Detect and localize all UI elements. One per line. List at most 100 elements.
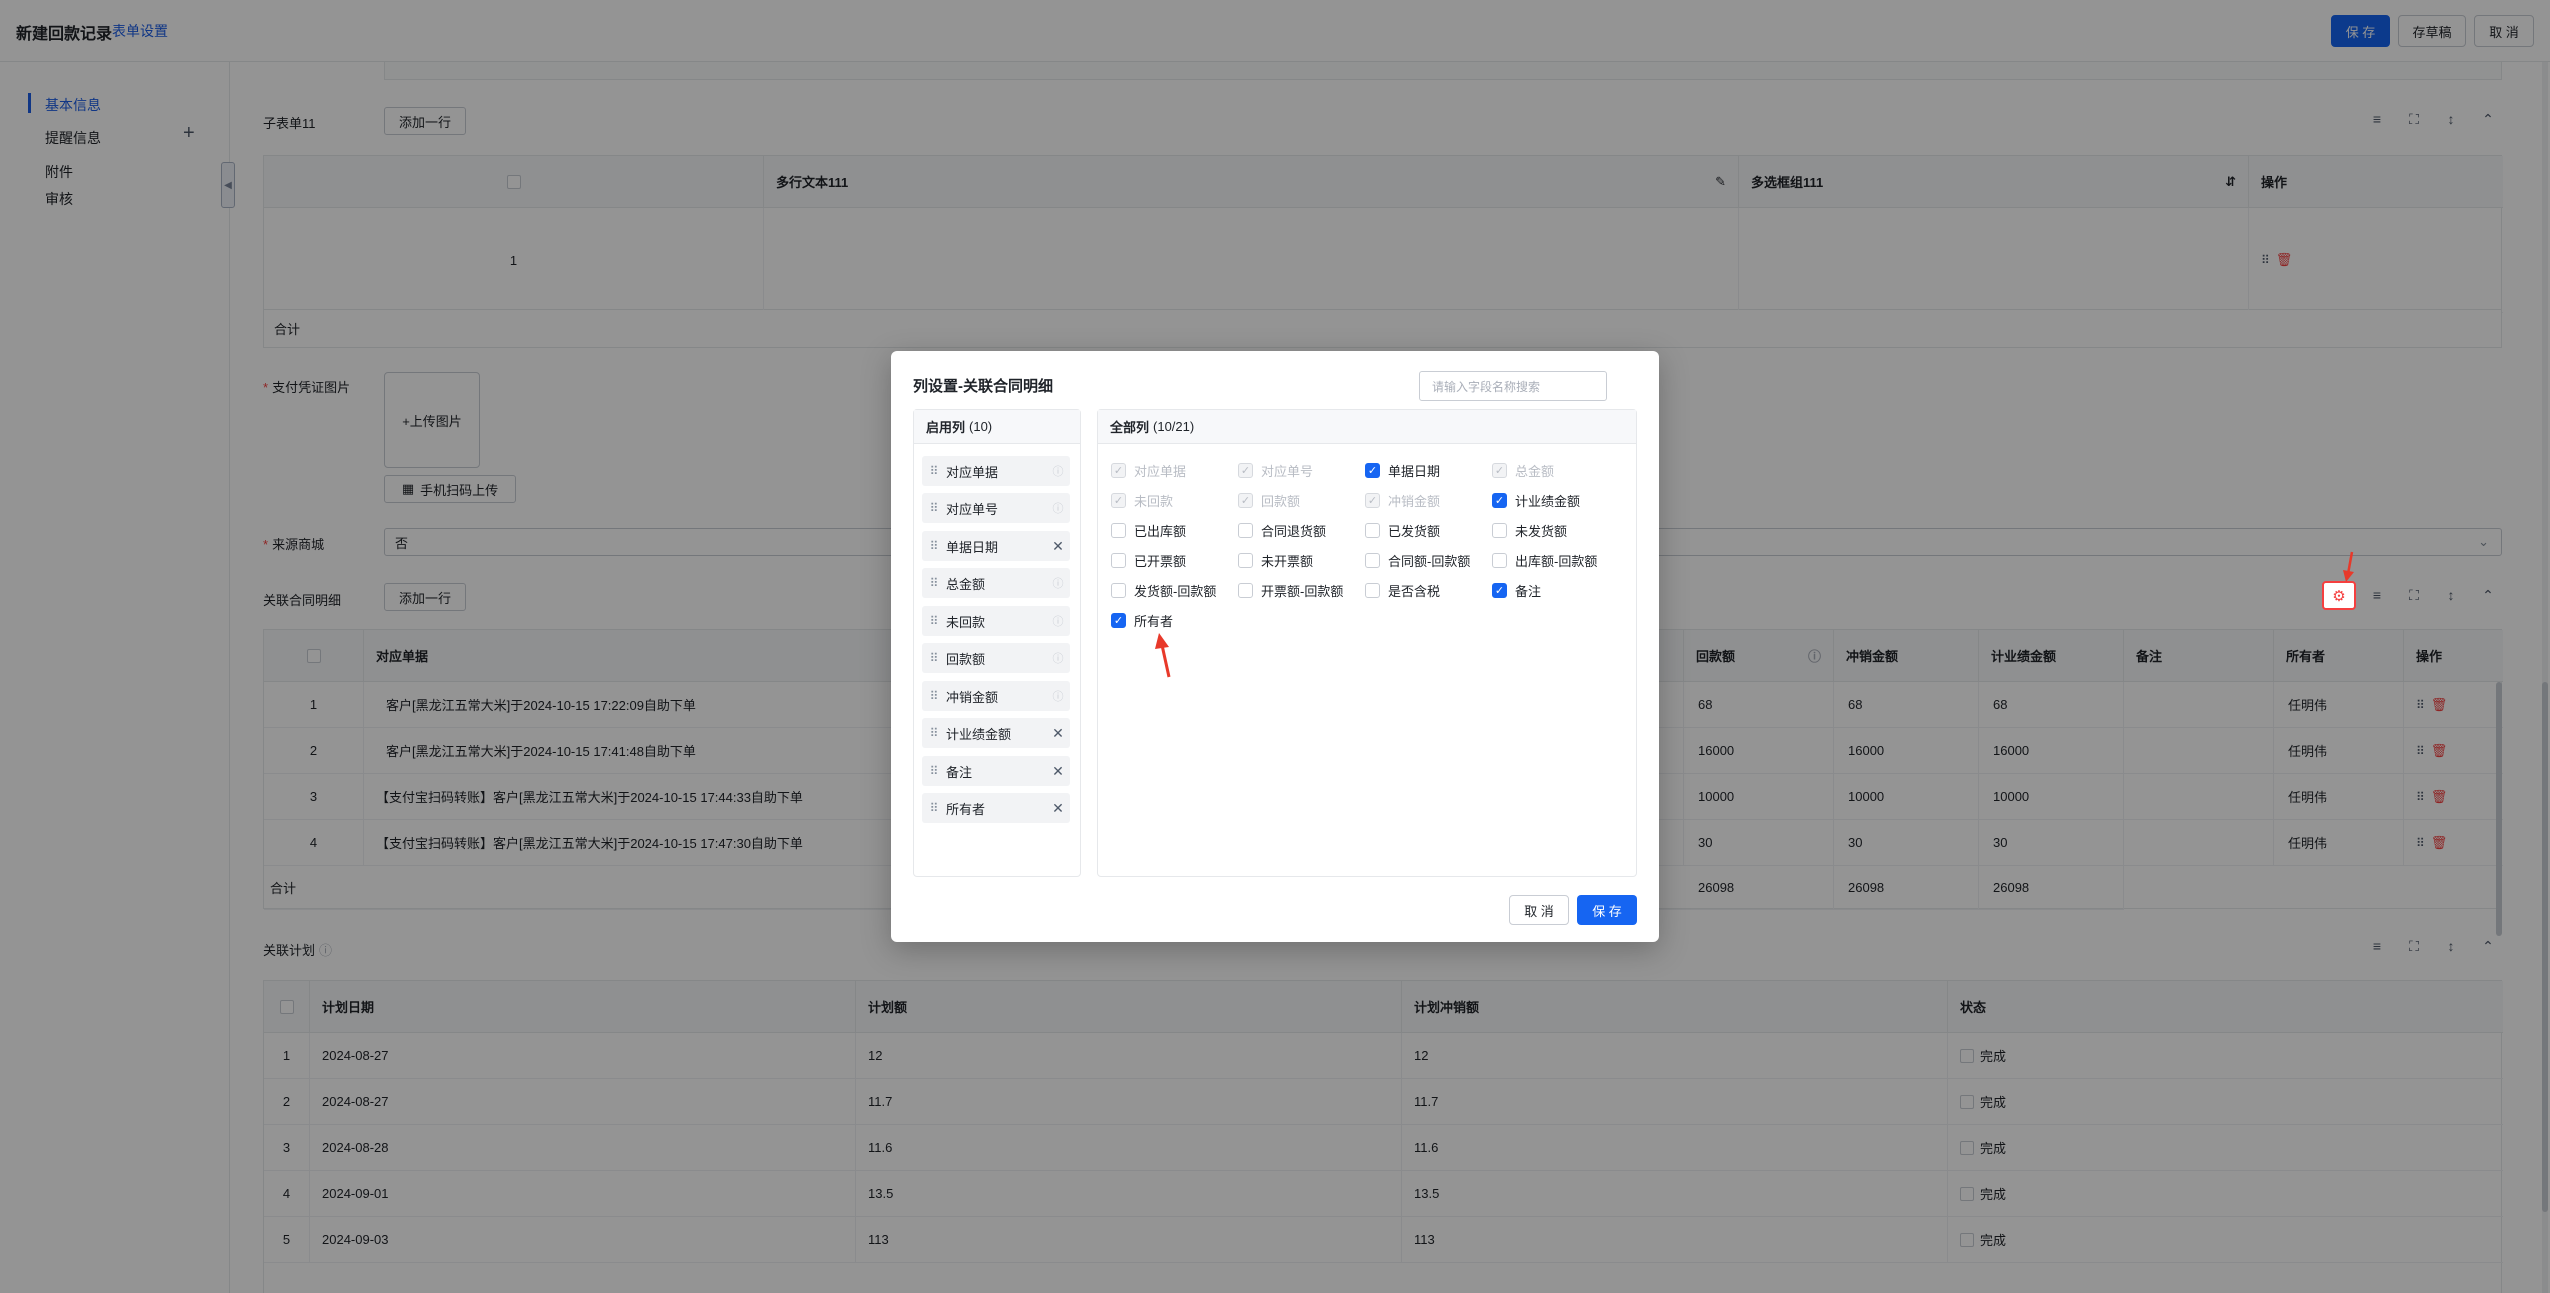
- info-icon: ⓘ: [1052, 466, 1064, 478]
- column-option[interactable]: 发货额-回款额: [1111, 581, 1216, 600]
- drag-handle-icon[interactable]: ⠿: [922, 726, 946, 740]
- column-option-label: 回款额: [1261, 494, 1301, 509]
- enabled-column-item[interactable]: ⠿ 总金额 ⓘ: [922, 568, 1070, 598]
- info-icon: ⓘ: [1052, 653, 1064, 665]
- column-option: ✓ 未回款: [1111, 491, 1173, 510]
- enabled-column-label: 单据日期: [946, 539, 999, 555]
- column-settings-dialog: 列设置-关联合同明细 请输入字段名称搜索 启用列 (10) ⠿ 对应单据 ⓘ ⠿ 对应单…: [891, 351, 1659, 942]
- enabled-column-item[interactable]: ⠿ 单据日期 ✕: [922, 531, 1070, 561]
- enabled-column-label: 未回款: [946, 614, 986, 630]
- column-option-label: 是否含税: [1388, 584, 1441, 599]
- drag-handle-icon[interactable]: ⠿: [922, 576, 946, 590]
- annotation-arrow: [1155, 633, 1171, 678]
- enabled-column-label: 回款额: [946, 651, 986, 667]
- column-option: ✓ 对应单号: [1238, 461, 1313, 480]
- close-icon[interactable]: ✕: [1046, 725, 1070, 742]
- column-option[interactable]: 已开票额: [1111, 551, 1186, 570]
- drag-handle-icon[interactable]: ⠿: [922, 501, 946, 515]
- checkbox[interactable]: ✓: [1111, 613, 1126, 628]
- enabled-column-item[interactable]: ⠿ 对应单据 ⓘ: [922, 456, 1070, 486]
- enabled-columns-header: 启用列 (10): [914, 410, 1080, 444]
- column-option[interactable]: 开票额-回款额: [1238, 581, 1343, 600]
- close-icon[interactable]: ✕: [1046, 800, 1070, 817]
- drag-handle-icon[interactable]: ⠿: [922, 651, 946, 665]
- annotation-arrow-small: [2343, 551, 2354, 582]
- column-option-label: 总金额: [1515, 464, 1555, 479]
- column-option[interactable]: 是否含税: [1365, 581, 1440, 600]
- dialog-cancel-button[interactable]: 取 消: [1509, 895, 1569, 925]
- column-option[interactable]: ✓ 计业绩金额: [1492, 491, 1580, 510]
- info-icon: ⓘ: [1052, 691, 1064, 703]
- enabled-column-item[interactable]: ⠿ 对应单号 ⓘ: [922, 493, 1070, 523]
- enabled-column-label: 所有者: [946, 801, 986, 817]
- drag-handle-icon[interactable]: ⠿: [922, 801, 946, 815]
- info-icon: ⓘ: [1052, 616, 1064, 628]
- enabled-column-item[interactable]: ⠿ 冲销金额 ⓘ: [922, 681, 1070, 711]
- checkbox: ✓: [1492, 463, 1507, 478]
- all-columns-header: 全部列 (10/21): [1098, 410, 1636, 444]
- column-option-label: 未回款: [1134, 494, 1174, 509]
- close-icon[interactable]: ✕: [1046, 763, 1070, 780]
- dialog-save-button[interactable]: 保 存: [1577, 895, 1637, 925]
- column-search-input[interactable]: 请输入字段名称搜索: [1419, 371, 1607, 401]
- checkbox[interactable]: [1492, 523, 1507, 538]
- column-option[interactable]: ✓ 备注: [1492, 581, 1541, 600]
- column-option[interactable]: 已出库额: [1111, 521, 1186, 540]
- column-option-label: 备注: [1515, 584, 1542, 599]
- checkbox[interactable]: [1365, 583, 1380, 598]
- checkbox: ✓: [1238, 463, 1253, 478]
- drag-handle-icon[interactable]: ⠿: [922, 689, 946, 703]
- column-option[interactable]: 未发货额: [1492, 521, 1567, 540]
- gear-icon[interactable]: ⚙: [2322, 581, 2356, 610]
- column-option[interactable]: 合同额-回款额: [1365, 551, 1470, 570]
- enabled-column-label: 计业绩金额: [946, 726, 1012, 742]
- drag-handle-icon[interactable]: ⠿: [922, 614, 946, 628]
- column-option-label: 未发货额: [1515, 524, 1568, 539]
- checkbox[interactable]: ✓: [1365, 463, 1380, 478]
- enabled-column-item[interactable]: ⠿ 未回款 ⓘ: [922, 606, 1070, 636]
- column-option-label: 发货额-回款额: [1134, 584, 1217, 599]
- column-option-label: 合同额-回款额: [1388, 554, 1471, 569]
- column-option[interactable]: 已发货额: [1365, 521, 1440, 540]
- column-option-label: 冲销金额: [1388, 494, 1441, 509]
- checkbox[interactable]: [1238, 553, 1253, 568]
- checkbox[interactable]: [1365, 523, 1380, 538]
- enabled-column-item[interactable]: ⠿ 计业绩金额 ✕: [922, 718, 1070, 748]
- column-option-label: 出库额-回款额: [1515, 554, 1598, 569]
- column-option-label: 未开票额: [1261, 554, 1314, 569]
- all-title: 全部列: [1110, 420, 1150, 435]
- checkbox[interactable]: ✓: [1492, 583, 1507, 598]
- column-option[interactable]: ✓ 单据日期: [1365, 461, 1440, 480]
- column-option-label: 已发货额: [1388, 524, 1441, 539]
- drag-handle-icon[interactable]: ⠿: [922, 464, 946, 478]
- enabled-column-label: 冲销金额: [946, 689, 999, 705]
- column-option[interactable]: 未开票额: [1238, 551, 1313, 570]
- checkbox[interactable]: [1111, 553, 1126, 568]
- dialog-title: 列设置-关联合同明细: [913, 378, 1053, 395]
- column-option[interactable]: ✓ 所有者: [1111, 611, 1173, 630]
- checkbox: ✓: [1365, 493, 1380, 508]
- checkbox[interactable]: [1111, 583, 1126, 598]
- all-count: (10/21): [1153, 419, 1195, 434]
- checkbox[interactable]: [1238, 583, 1253, 598]
- checkbox[interactable]: [1238, 523, 1253, 538]
- drag-handle-icon[interactable]: ⠿: [922, 764, 946, 778]
- column-option[interactable]: 出库额-回款额: [1492, 551, 1597, 570]
- enabled-column-item[interactable]: ⠿ 回款额 ⓘ: [922, 643, 1070, 673]
- checkbox[interactable]: [1111, 523, 1126, 538]
- checkbox[interactable]: [1365, 553, 1380, 568]
- info-icon: ⓘ: [1052, 503, 1064, 515]
- info-icon: ⓘ: [1052, 578, 1064, 590]
- checkbox[interactable]: [1492, 553, 1507, 568]
- enabled-title: 启用列: [926, 420, 966, 435]
- checkbox: ✓: [1111, 493, 1126, 508]
- checkbox[interactable]: ✓: [1492, 493, 1507, 508]
- drag-handle-icon[interactable]: ⠿: [922, 539, 946, 553]
- column-option: ✓ 回款额: [1238, 491, 1300, 510]
- column-option-label: 单据日期: [1388, 464, 1441, 479]
- enabled-column-item[interactable]: ⠿ 备注 ✕: [922, 756, 1070, 786]
- column-option[interactable]: 合同退货额: [1238, 521, 1326, 540]
- checkbox: ✓: [1111, 463, 1126, 478]
- close-icon[interactable]: ✕: [1046, 538, 1070, 555]
- enabled-column-item[interactable]: ⠿ 所有者 ✕: [922, 793, 1070, 823]
